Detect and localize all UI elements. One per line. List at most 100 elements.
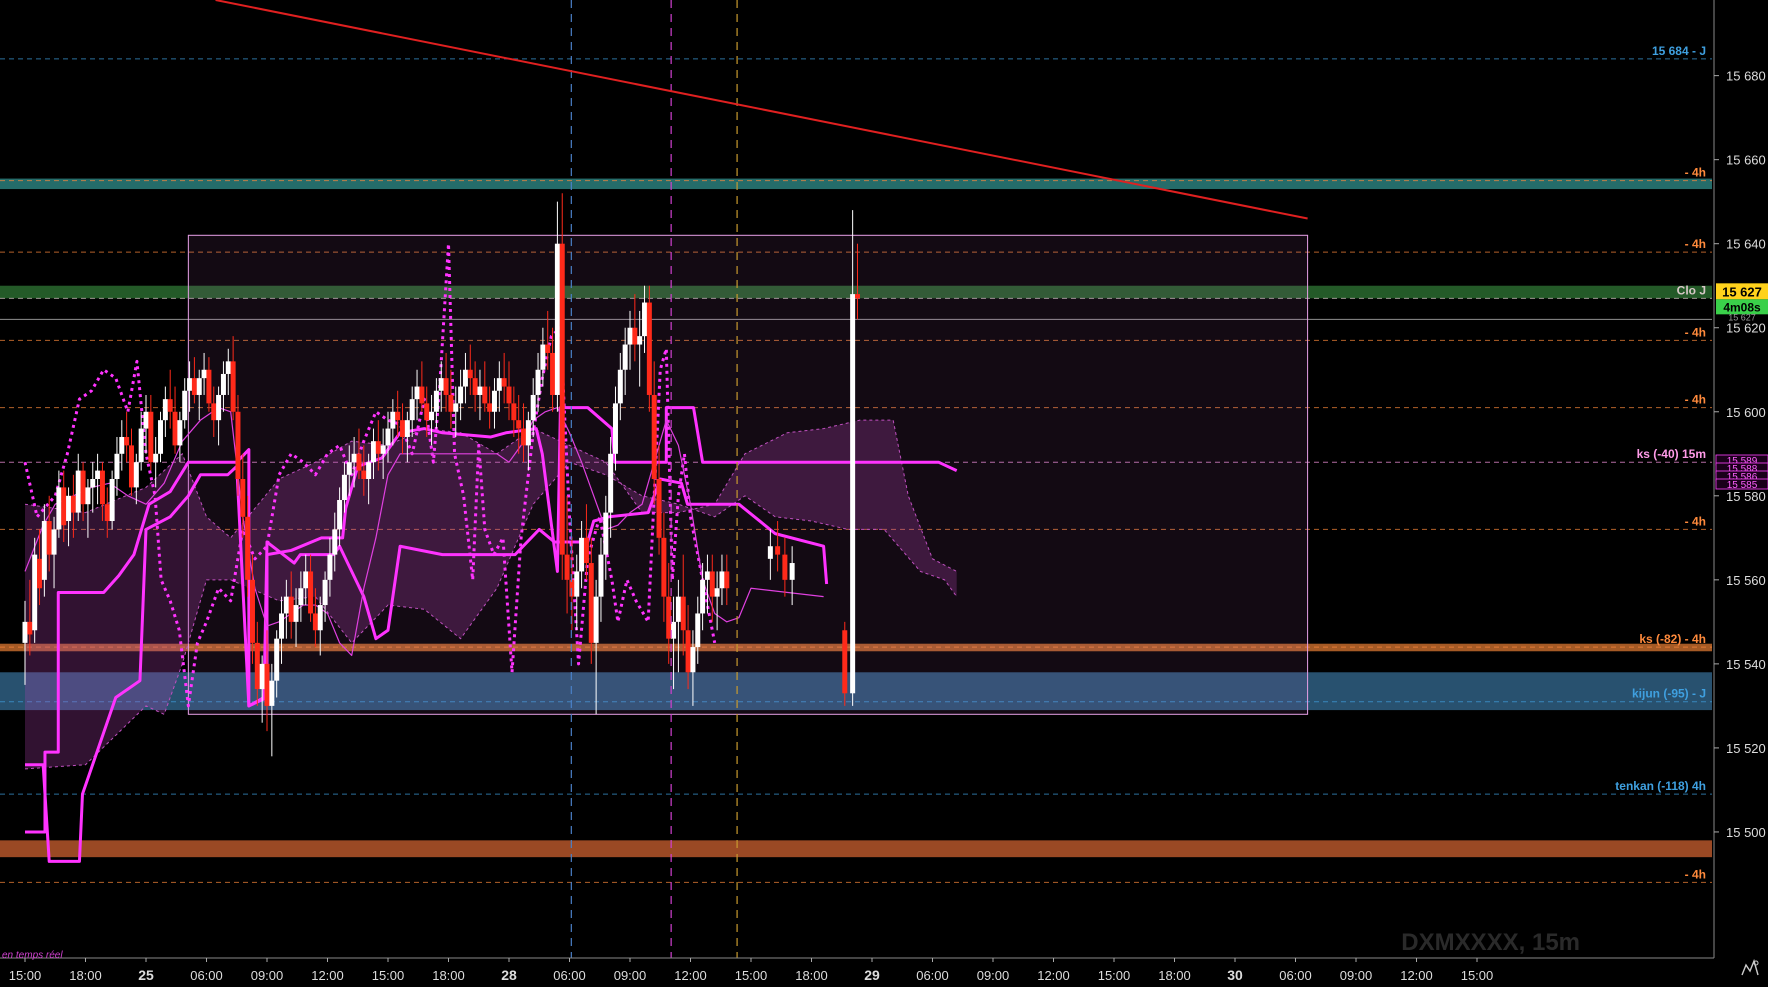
candle-body-146 — [767, 546, 773, 559]
x-tick-label-24: 15:00 — [1461, 968, 1494, 983]
candle-body-38 — [206, 369, 212, 404]
candle-body-131 — [656, 479, 662, 538]
bid-label: 15 627 — [1728, 312, 1756, 322]
last-price-label: 15 627 — [1722, 284, 1762, 299]
candle-body-81 — [414, 386, 420, 400]
candle-body-109 — [550, 352, 556, 395]
candle-body-95 — [482, 386, 488, 404]
candle-body-4 — [41, 521, 47, 580]
candle-body-130 — [651, 394, 657, 479]
symbol-watermark: DXMXXXX, 15m — [1401, 929, 1580, 956]
candle-body-73 — [375, 441, 381, 454]
zone-4 — [0, 840, 1712, 858]
candle-body-12 — [80, 470, 86, 505]
x-tick-label-15: 06:00 — [916, 968, 949, 983]
candle-body-87 — [443, 378, 449, 395]
candle-body-58 — [303, 571, 309, 589]
candle-body-34 — [187, 378, 193, 391]
candle-body-143 — [714, 588, 720, 597]
candle-body-19 — [114, 453, 120, 479]
y-tick-label-5: 15 600 — [1726, 405, 1766, 420]
candle-body-40 — [216, 394, 222, 421]
level-label-7: ks (-82) - 4h — [1639, 632, 1706, 646]
x-tick-label-18: 15:00 — [1098, 968, 1131, 983]
candle-body-140 — [700, 579, 706, 614]
candle-body-29 — [162, 399, 168, 421]
candle-body-0 — [22, 621, 28, 643]
y-tick-label-6: 15 620 — [1726, 321, 1766, 336]
candle-body-5 — [46, 521, 52, 555]
candle-body-41 — [220, 373, 226, 395]
x-tick-label-20: 30 — [1227, 967, 1243, 983]
candle-body-144 — [719, 571, 725, 589]
y-tick-label-3: 15 560 — [1726, 573, 1766, 588]
candle-body-21 — [124, 436, 130, 446]
candle-body-103 — [521, 428, 527, 446]
candle-body-45 — [240, 479, 246, 517]
candle-body-47 — [249, 579, 255, 643]
candle-body-33 — [182, 390, 188, 421]
level-label-3: - 4h — [1685, 325, 1706, 339]
candle-body-71 — [366, 462, 372, 479]
candle-body-119 — [598, 554, 604, 597]
candle-body-7 — [56, 487, 62, 530]
candle-body-121 — [608, 453, 614, 513]
x-tick-label-10: 09:00 — [614, 968, 647, 983]
candle-body-24 — [138, 428, 144, 463]
x-tick-label-17: 12:00 — [1037, 968, 1070, 983]
x-tick-label-4: 09:00 — [251, 968, 284, 983]
level-label-8: kijun (-95) - J — [1632, 687, 1706, 701]
candle-body-8 — [61, 487, 67, 526]
candle-body-113 — [569, 579, 575, 597]
candle-body-112 — [564, 554, 570, 580]
x-tick-label-13: 18:00 — [795, 968, 828, 983]
x-tick-label-1: 18:00 — [69, 968, 102, 983]
candle-body-120 — [603, 512, 609, 555]
candle-body-32 — [177, 420, 183, 446]
x-tick-label-6: 15:00 — [372, 968, 405, 983]
candle-body-93 — [472, 378, 478, 395]
realtime-status: en temps réel — [2, 950, 63, 961]
candle-body-44 — [235, 411, 241, 479]
candle-body-75 — [385, 428, 391, 446]
candle-body-17 — [104, 504, 110, 522]
y-tick-label-9: 15 680 — [1726, 69, 1766, 84]
candle-body-132 — [661, 537, 667, 597]
x-tick-label-16: 09:00 — [977, 968, 1010, 983]
level-label-2: - 4h — [1685, 237, 1706, 251]
candle-body-18 — [109, 479, 115, 522]
candle-body-46 — [245, 516, 251, 580]
x-tick-label-7: 18:00 — [432, 968, 465, 983]
level-label-1: - 4h — [1685, 166, 1706, 180]
candle-body-89 — [453, 403, 459, 412]
candle-body-126 — [632, 327, 638, 345]
level-label-9: tenkan (-118) 4h — [1615, 779, 1706, 793]
candle-body-148 — [782, 554, 788, 580]
candle-body-48 — [254, 642, 260, 690]
candle-body-134 — [671, 621, 677, 639]
candle-body-63 — [327, 554, 333, 580]
candle-body-50 — [264, 663, 270, 706]
level-label-10: - 4h — [1685, 867, 1706, 881]
candle-body-101 — [511, 403, 517, 421]
candle-body-150 — [842, 630, 848, 694]
price-chart[interactable]: 15 684 - J - 4h - 4h - 4h - 4h ks (-40) 15m - … — [0, 0, 1768, 987]
candle-body-64 — [332, 529, 338, 555]
candle-body-72 — [370, 441, 376, 463]
candle-body-9 — [66, 495, 72, 522]
candle-body-94 — [477, 386, 483, 395]
x-tick-label-12: 15:00 — [735, 968, 768, 983]
candle-body-125 — [627, 327, 633, 345]
candle-body-145 — [724, 571, 730, 589]
candle-body-11 — [75, 470, 81, 513]
candle-body-3 — [37, 558, 43, 589]
candle-body-133 — [666, 596, 672, 639]
candle-body-68 — [351, 453, 357, 463]
candle-body-2 — [32, 554, 38, 631]
x-tick-label-14: 29 — [864, 967, 880, 983]
y-tick-label-0: 15 500 — [1726, 825, 1766, 840]
candle-body-104 — [525, 420, 531, 446]
candle-body-49 — [259, 663, 265, 690]
candle-body-110 — [554, 243, 560, 395]
candle-body-30 — [167, 399, 173, 412]
